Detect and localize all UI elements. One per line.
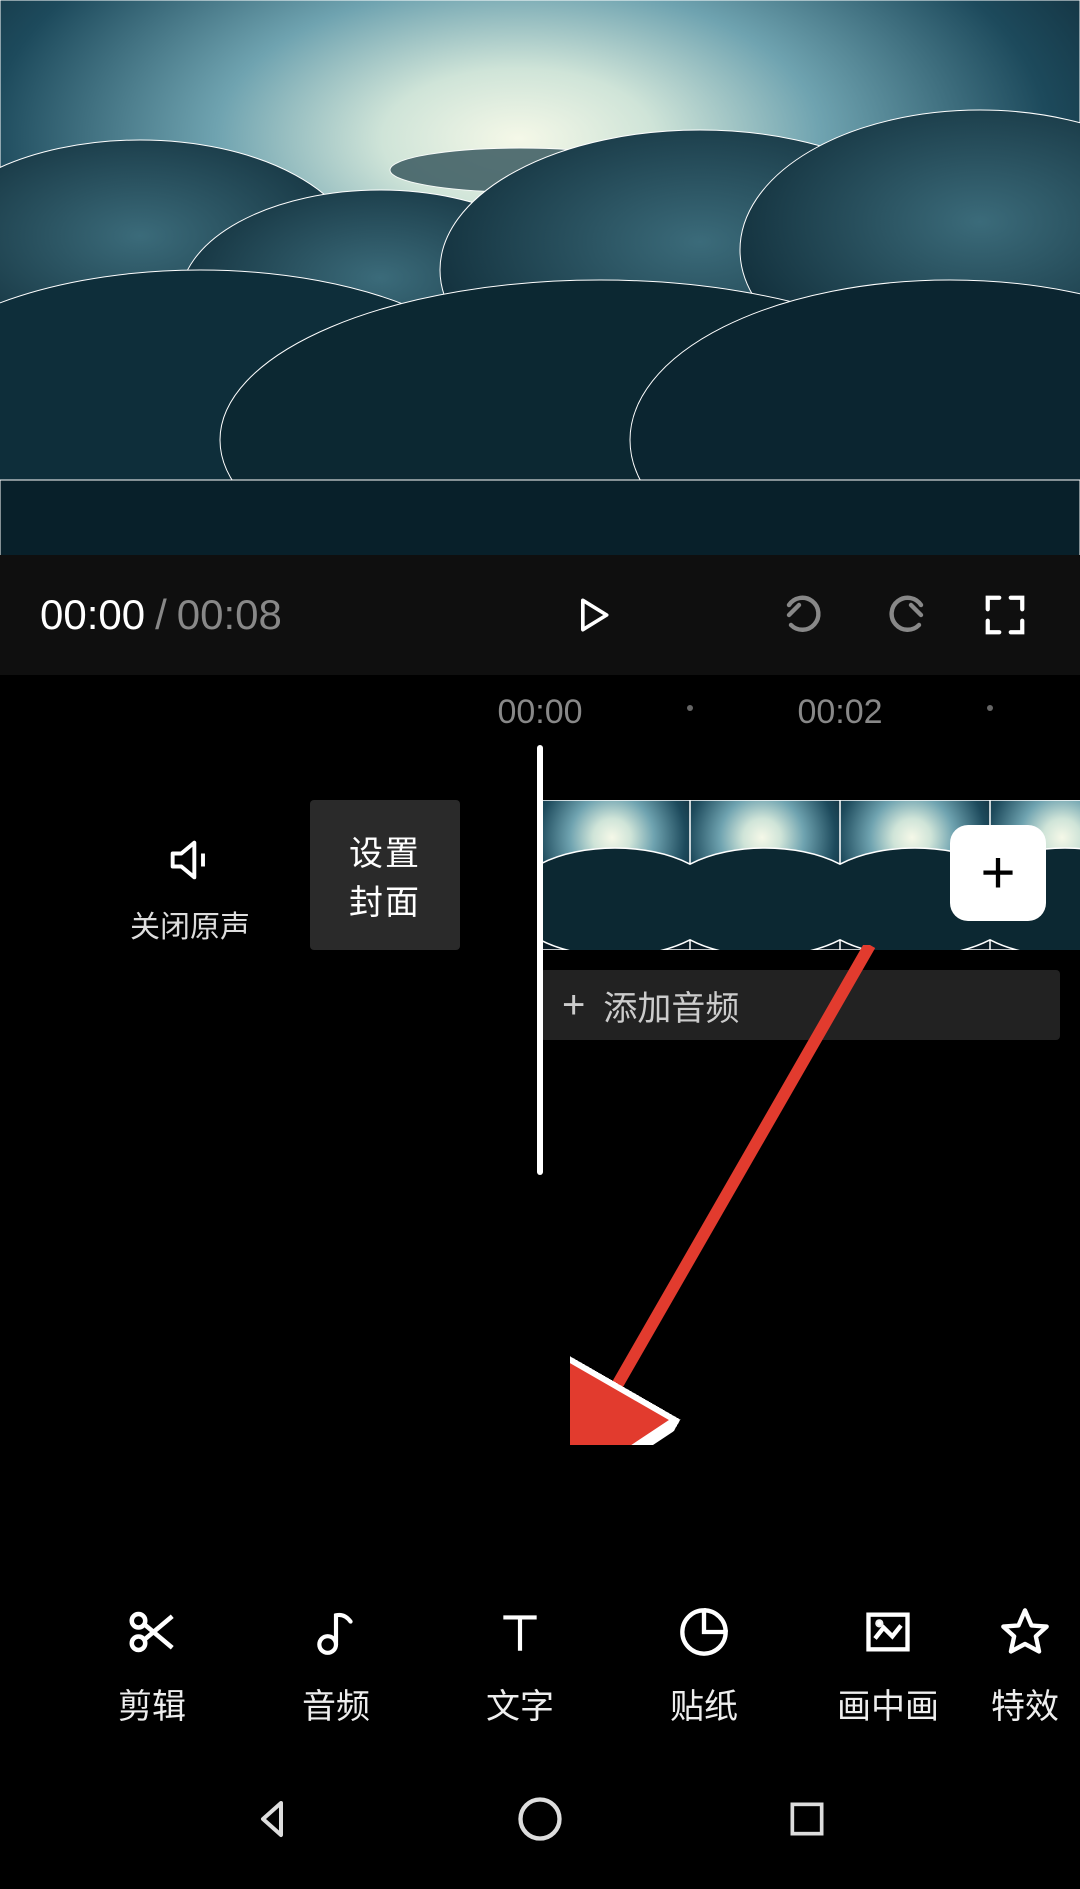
mute-original-audio[interactable]: 关闭原声 [120,830,260,946]
playhead[interactable] [537,745,543,1175]
tool-cut[interactable]: 剪辑 [60,1603,244,1728]
tool-label: 文字 [486,1679,554,1728]
star-icon [996,1603,1054,1661]
clip-thumbnail [690,800,840,950]
undo-button[interactable] [770,580,840,650]
home-nav-button[interactable] [505,1784,575,1854]
video-clip[interactable] [540,800,1000,950]
text-icon [491,1603,549,1661]
time-current: 00:00 [40,591,145,639]
tool-label: 剪辑 [118,1679,186,1728]
tool-label: 贴纸 [670,1679,738,1728]
system-navigation-bar [0,1749,1080,1889]
speaker-icon [160,830,220,890]
tool-audio[interactable]: 音频 [244,1603,428,1728]
playback-bar: 00:00 / 00:08 [0,555,1080,675]
sticker-icon [675,1603,733,1661]
tool-fx[interactable]: 特效 [980,1603,1070,1728]
cover-label-line1: 设置 [349,826,421,875]
timeline-tracks[interactable]: 关闭原声 设置 封面 + + 添加音频 [0,745,1080,1245]
clip-thumbnail [540,800,690,950]
play-button[interactable] [562,585,622,645]
plus-icon: + [562,983,585,1028]
scissors-icon [123,1603,181,1661]
tool-sticker[interactable]: 贴纸 [612,1603,796,1728]
tool-text[interactable]: 文字 [428,1603,612,1728]
redo-button[interactable] [870,580,940,650]
ruler-label: 00:02 [797,693,882,732]
cover-label-line2: 封面 [349,875,421,924]
picture-in-picture-icon [859,1603,917,1661]
add-clip-button[interactable]: + [950,825,1046,921]
ruler-label: 00:00 [497,693,582,732]
add-audio-track[interactable]: + 添加音频 [540,970,1060,1040]
editor-toolbar: 剪辑 音频 文字 贴纸 [0,1580,1080,1750]
back-nav-button[interactable] [238,1784,308,1854]
mute-label: 关闭原声 [120,902,260,946]
fullscreen-button[interactable] [970,580,1040,650]
music-note-icon [307,1603,365,1661]
tool-label: 特效 [991,1679,1059,1728]
tool-label: 音频 [302,1679,370,1728]
ruler-dot [687,705,693,711]
ruler-dot [987,705,993,711]
tool-label: 画中画 [837,1679,939,1728]
tool-pip[interactable]: 画中画 [796,1603,980,1728]
timeline-ruler[interactable]: 00:00 00:02 [0,675,1080,745]
set-cover-button[interactable]: 设置 封面 [310,800,460,950]
plus-icon: + [980,843,1015,903]
time-separator: / [155,591,167,639]
add-audio-label: 添加音频 [603,981,739,1030]
time-duration: 00:08 [177,591,282,639]
video-preview[interactable] [0,0,1080,555]
recents-nav-button[interactable] [772,1784,842,1854]
